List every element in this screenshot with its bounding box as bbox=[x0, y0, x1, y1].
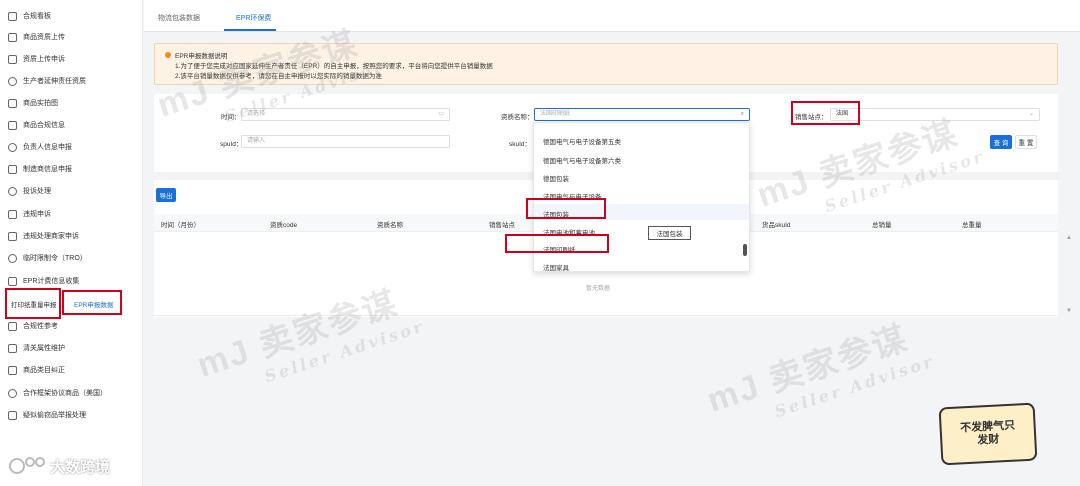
col-header-code: 资质code bbox=[270, 222, 298, 229]
reference-icon bbox=[8, 321, 17, 331]
person-icon bbox=[8, 142, 17, 152]
scroll-down-icon[interactable]: ▼ bbox=[1066, 308, 1072, 314]
upload-icon bbox=[8, 32, 17, 42]
merchant-appeal-icon bbox=[8, 231, 17, 241]
qualification-label: 资质名称： bbox=[501, 114, 534, 121]
sidebar-item-report[interactable]: 疑似偷窃品举报处理 bbox=[8, 406, 86, 424]
tab-bar: 物流包装数据 EPR环保费 bbox=[144, 0, 1080, 32]
active-tab-indicator bbox=[224, 29, 276, 31]
col-header-name: 资质名称 bbox=[377, 222, 403, 229]
sidebar-item-tro[interactable]: 临时限制令（TRO） bbox=[8, 249, 87, 267]
sticker: 不发脾气只发财 bbox=[938, 402, 1038, 466]
agreement-icon bbox=[8, 388, 17, 398]
dashboard-icon bbox=[8, 11, 17, 21]
search-icon: ⌕ bbox=[740, 111, 744, 117]
dropdown-option[interactable]: 德国包装 bbox=[543, 173, 569, 183]
sidebar-item-reference[interactable]: 合规性参考 bbox=[8, 317, 58, 335]
producer-icon bbox=[8, 76, 17, 86]
sidebar-item-upload[interactable]: 商品资质上传 bbox=[8, 28, 65, 46]
customs-icon bbox=[8, 343, 17, 353]
epr-icon bbox=[8, 276, 17, 286]
sidebar-item-info[interactable]: 商品合规信息 bbox=[8, 116, 65, 134]
highlight-box-epr-data bbox=[62, 290, 122, 315]
clock-icon bbox=[8, 253, 17, 263]
spuid-label: spuId： bbox=[220, 141, 243, 148]
highlight-box-print-paper bbox=[5, 288, 61, 319]
col-header-time: 时间（月份） bbox=[161, 222, 200, 229]
sidebar-item-photo[interactable]: 商品实拍图 bbox=[8, 94, 58, 112]
scroll-up-icon[interactable]: ▲ bbox=[1066, 235, 1072, 241]
chevron-down-icon: ⌄ bbox=[1028, 111, 1034, 117]
dropdown-option[interactable]: 德国电气与电子设备第五类 bbox=[543, 136, 621, 146]
warning-icon bbox=[165, 52, 171, 58]
info-icon bbox=[8, 120, 17, 130]
appeal-icon bbox=[8, 54, 17, 64]
dropdown-option[interactable]: 德国电气与电子设备第六类 bbox=[543, 155, 621, 165]
sidebar-item-customs[interactable]: 清关属性维护 bbox=[8, 339, 65, 357]
col-header-site: 销售站点 bbox=[489, 222, 515, 229]
dropdown-option[interactable]: 法国家具 bbox=[543, 262, 569, 271]
option-tooltip: 法国包装 bbox=[648, 226, 691, 240]
qualification-select[interactable]: 法国印刷纸 ⌕ bbox=[534, 108, 750, 121]
empty-text: 暂无数据 bbox=[586, 286, 611, 292]
search-button[interactable]: 查 询 bbox=[990, 135, 1012, 149]
spuid-input[interactable]: 请输入 bbox=[241, 135, 450, 148]
sidebar-item-appeal[interactable]: 资质上传申诉 bbox=[8, 50, 65, 68]
col-header-total-weight: 总重量 bbox=[962, 222, 982, 229]
export-button[interactable]: 导出 bbox=[156, 188, 176, 202]
highlight-box-site bbox=[791, 101, 860, 125]
category-icon bbox=[8, 365, 17, 375]
tab-epr-fee[interactable]: EPR环保费 bbox=[236, 13, 271, 23]
sidebar-item-agreement[interactable]: 合作框架协议商品（美国） bbox=[8, 384, 107, 402]
brand-logo-icon bbox=[9, 457, 45, 474]
reset-button[interactable]: 重 置 bbox=[1015, 135, 1037, 149]
skuid-label: skuId： bbox=[509, 141, 532, 148]
sidebar-item-category[interactable]: 商品类目纠正 bbox=[8, 361, 65, 379]
sidebar-item-person[interactable]: 负责人信息申报 bbox=[8, 138, 72, 156]
sidebar-item-violation[interactable]: 违规申诉 bbox=[8, 205, 51, 223]
highlight-box-fr-paper bbox=[505, 234, 609, 253]
sidebar-item-complaint[interactable]: 投诉处理 bbox=[8, 182, 51, 200]
highlight-box-fr-packaging bbox=[526, 198, 606, 219]
sidebar-item-merchant-appeal[interactable]: 违规处理商家申诉 bbox=[8, 227, 79, 245]
dropdown-scrollbar[interactable] bbox=[743, 244, 747, 256]
complaint-icon bbox=[8, 186, 17, 196]
brand-logo: 大数跨境 bbox=[8, 455, 110, 477]
sidebar-item-producer[interactable]: 生产者延伸责任资质 bbox=[8, 72, 86, 90]
sidebar-item-dashboard[interactable]: 合规看板 bbox=[8, 7, 51, 25]
sidebar: 合规看板 商品资质上传 资质上传申诉 生产者延伸责任资质 商品实拍图 商品合规信… bbox=[0, 0, 143, 486]
col-header-total-sales: 总销量 bbox=[872, 222, 892, 229]
report-icon bbox=[8, 410, 17, 420]
sidebar-item-factory[interactable]: 制造商信息申报 bbox=[8, 160, 72, 178]
calendar-icon: ▭ bbox=[438, 111, 444, 117]
factory-icon bbox=[8, 164, 17, 174]
photo-icon bbox=[8, 98, 17, 108]
violation-icon bbox=[8, 209, 17, 219]
tab-logistics[interactable]: 物流包装数据 bbox=[158, 13, 200, 23]
